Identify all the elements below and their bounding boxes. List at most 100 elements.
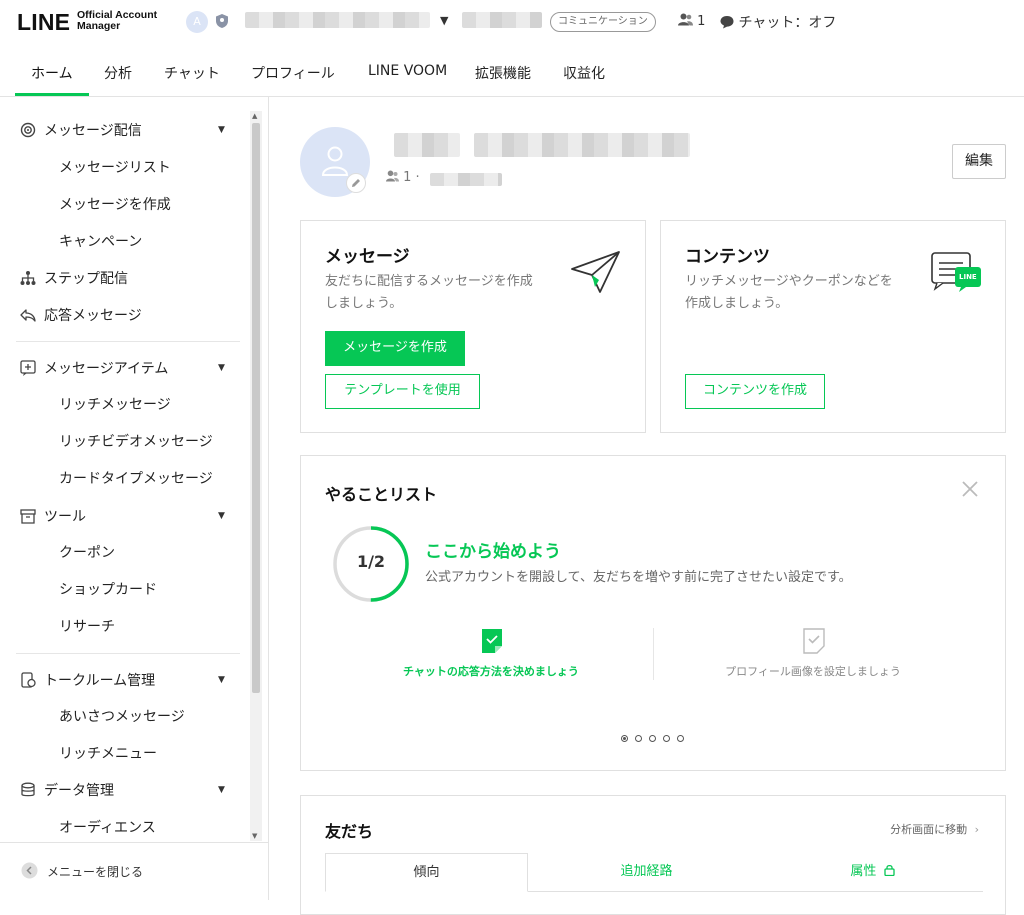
chat-status[interactable]: チャット：オフ (720, 12, 836, 32)
scroll-up-icon[interactable]: ▲ (252, 112, 257, 120)
sidebar-scrollbar[interactable]: ▲ ▼ (250, 111, 262, 841)
sidebar-item-campaign[interactable]: キャンペーン (59, 231, 142, 251)
message-card-title: メッセージ (325, 247, 410, 267)
friends-tab-trends[interactable]: 傾向 (325, 853, 528, 892)
collapse-icon (21, 862, 38, 879)
progress-text: 1/2 (356, 552, 386, 571)
use-template-button[interactable]: テンプレートを使用 (325, 374, 480, 409)
sidebar-item-tools[interactable]: ツール (20, 506, 86, 526)
active-tab-indicator (15, 93, 89, 96)
broadcast-icon (20, 122, 36, 138)
chevron-down-icon[interactable]: ▼ (218, 785, 225, 795)
reply-icon (20, 309, 36, 322)
task-pending-icon (803, 628, 825, 654)
pencil-icon (352, 179, 360, 187)
chat-status-label: チャット：オフ (738, 15, 837, 31)
sidebar-item-card-type-message[interactable]: カードタイプメッセージ (59, 468, 213, 488)
scroll-down-icon[interactable]: ▼ (252, 832, 257, 840)
edit-profile-button[interactable]: 編集 (952, 144, 1006, 179)
sidebar-item-coupon[interactable]: クーポン (59, 542, 115, 562)
tab-analytics[interactable]: 分析 (104, 63, 132, 83)
task-done-icon (482, 629, 502, 653)
profile-name-redacted (394, 133, 460, 157)
shield-icon (216, 14, 228, 28)
close-icon[interactable] (962, 481, 978, 497)
main-nav-tabs: ホーム 分析 チャット プロフィール LINE VOOM 拡張機能 収益化 (0, 50, 1024, 97)
close-menu-button[interactable]: メニューを閉じる (0, 842, 268, 900)
carousel-dot[interactable] (663, 735, 670, 742)
todo-task-chat-reply[interactable]: チャットの応答方法を決めましょう (331, 624, 651, 684)
message-card-description: 友だちに配信するメッセージを作成 しましょう。 (325, 274, 533, 311)
sidebar-item-rich-video-message[interactable]: リッチビデオメッセージ (59, 431, 213, 451)
chevron-down-icon[interactable]: ▼ (218, 511, 225, 521)
sidebar-item-data-management[interactable]: データ管理 (20, 780, 114, 800)
sidebar-item-message-list[interactable]: メッセージリスト (59, 157, 171, 177)
profile-friends: 1 · (386, 170, 420, 185)
profile-name-redacted (474, 133, 690, 157)
content-card: コンテンツ リッチメッセージやクーポンなどを 作成しましょう。 LINE コンテン… (660, 220, 1006, 433)
tool-icon (20, 509, 36, 524)
top-bar: LINE Official Account Manager A ▼ コミュニケーシ… (0, 0, 1024, 44)
sidebar-item-auto-reply[interactable]: 応答メッセージ (20, 305, 142, 325)
tab-home[interactable]: ホーム (31, 63, 73, 83)
message-item-icon (20, 360, 36, 376)
content-card-title: コンテンツ (685, 247, 770, 267)
chevron-right-icon: › (974, 823, 979, 836)
content-card-description: リッチメッセージやクーポンなどを 作成しましょう。 (685, 274, 893, 311)
friends-tab-attributes[interactable]: 属性 (771, 853, 974, 891)
tab-monetization[interactable]: 収益化 (563, 63, 605, 83)
profile-id-redacted (430, 173, 502, 186)
line-oa-logo[interactable]: LINE Official Account Manager (17, 8, 167, 36)
account-id-redacted (462, 12, 542, 28)
tab-chat[interactable]: チャット (164, 63, 220, 83)
edit-avatar-icon[interactable] (346, 173, 366, 193)
sidebar-scroll-thumb[interactable] (252, 123, 260, 693)
account-name-redacted[interactable] (245, 12, 430, 28)
todo-progress-ring: 1/2 (331, 524, 411, 604)
database-icon (21, 782, 35, 797)
task-1-label: チャットの応答方法を決めましょう (403, 665, 579, 678)
todo-task-profile-image[interactable]: プロフィール画像を設定しましょう (653, 624, 973, 684)
create-content-button[interactable]: コンテンツを作成 (685, 374, 825, 409)
friends-tab-sources[interactable]: 追加経路 (545, 853, 748, 891)
account-avatar[interactable]: A (186, 11, 208, 33)
sidebar-item-greeting-message[interactable]: あいさつメッセージ (59, 706, 185, 726)
friends-card: 友だち 分析画面に移動 › 傾向 追加経路 属性 (300, 795, 1006, 915)
close-menu-label: メニューを閉じる (47, 865, 144, 879)
account-dropdown-icon[interactable]: ▼ (440, 14, 448, 27)
sidebar-item-audience[interactable]: オーディエンス (59, 817, 156, 837)
chevron-down-icon[interactable]: ▼ (218, 675, 225, 685)
logo-subtext: Official Account Manager (77, 9, 158, 32)
sidebar-item-step-delivery[interactable]: ステップ配信 (20, 268, 128, 288)
sidebar-item-create-message[interactable]: メッセージを作成 (59, 194, 171, 214)
friends-title: 友だち (325, 822, 374, 841)
chat-bubble-icon (720, 16, 734, 29)
tab-profile[interactable]: プロフィール (251, 63, 335, 83)
friends-icon (386, 170, 399, 182)
sidebar-item-talk-room[interactable]: トークルーム管理 (20, 670, 155, 690)
create-message-button[interactable]: メッセージを作成 (325, 331, 465, 366)
todo-heading: ここから始めよう (425, 542, 561, 562)
sidebar-item-rich-menu[interactable]: リッチメニュー (59, 743, 157, 763)
todo-description: 公式アカウントを開設して、友だちを増やす前に完了させたい設定です。 (425, 570, 852, 585)
carousel-dot[interactable] (635, 735, 642, 742)
sidebar-item-message-broadcast[interactable]: メッセージ配信 (20, 120, 142, 140)
tab-line-voom[interactable]: LINE VOOM (368, 63, 447, 79)
carousel-dot-active[interactable] (621, 735, 628, 742)
carousel-dot[interactable] (649, 735, 656, 742)
sidebar-item-message-items[interactable]: メッセージアイテム (20, 358, 168, 378)
tab-extensions[interactable]: 拡張機能 (475, 63, 531, 83)
profile-avatar[interactable] (300, 127, 370, 197)
friends-icon (678, 13, 693, 26)
sidebar-item-research[interactable]: リサーチ (59, 616, 115, 636)
carousel-dots (621, 735, 685, 744)
paper-plane-icon (571, 251, 620, 293)
task-2-label: プロフィール画像を設定しましょう (725, 665, 901, 678)
chevron-down-icon[interactable]: ▼ (218, 363, 225, 373)
sidebar-item-rich-message[interactable]: リッチメッセージ (59, 394, 171, 414)
sidebar-item-shop-card[interactable]: ショップカード (59, 579, 157, 599)
go-to-analytics-link[interactable]: 分析画面に移動 › (890, 821, 979, 837)
carousel-dot[interactable] (677, 735, 684, 742)
talkroom-icon (21, 672, 36, 688)
chevron-down-icon[interactable]: ▼ (218, 125, 225, 135)
